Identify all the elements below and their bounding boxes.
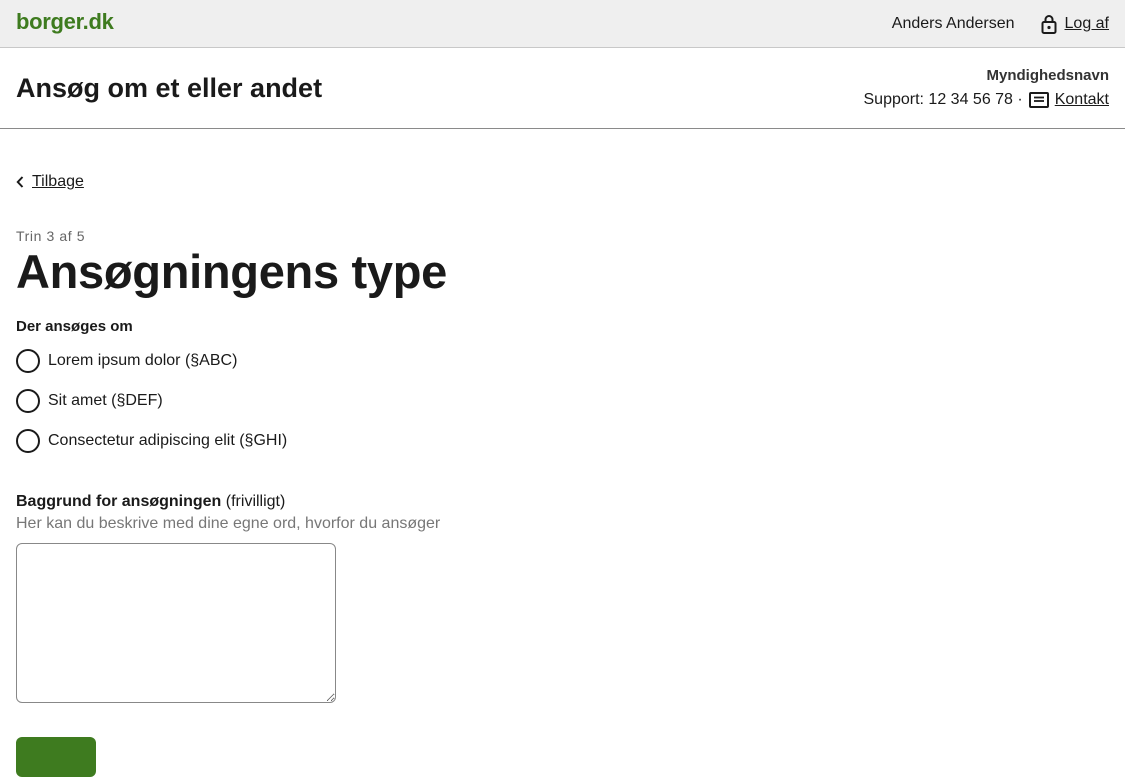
- radio-group: Lorem ipsum dolor (§ABC) Sit amet (§DEF)…: [16, 341, 1109, 461]
- radio-option-label: Lorem ipsum dolor (§ABC): [48, 352, 238, 369]
- contact-link[interactable]: Kontakt: [1028, 88, 1109, 112]
- background-textarea[interactable]: [16, 543, 336, 703]
- radio-option-label: Sit amet (§DEF): [48, 392, 163, 409]
- support-line: Support: 12 34 56 78 · Kontakt: [863, 88, 1109, 112]
- user-name: Anders Andersen: [891, 14, 1015, 32]
- main-content: Tilbage Trin 3 af 5 Ansøgningens type De…: [0, 173, 1125, 703]
- logout-link[interactable]: Log af: [1041, 14, 1109, 34]
- radio-button[interactable]: [16, 349, 40, 373]
- radio-group-label: Der ansøges om: [16, 318, 133, 335]
- radio-option-def[interactable]: Sit amet (§DEF): [16, 381, 1109, 421]
- contact-label[interactable]: Kontakt: [1055, 88, 1109, 112]
- radio-option-label: Consectetur adipiscing elit (§GHI): [48, 432, 288, 449]
- back-label[interactable]: Tilbage: [32, 173, 84, 191]
- radio-option-ghi[interactable]: Consectetur adipiscing elit (§GHI): [16, 421, 1109, 461]
- top-bar: borger.dk Anders Andersen Log af: [0, 0, 1125, 48]
- page-title: Ansøgningens type: [16, 245, 447, 298]
- lock-icon: [1041, 14, 1057, 34]
- borger-dk-logo[interactable]: borger.dk: [16, 9, 114, 35]
- topbar-user-area: Anders Andersen Log af: [892, 14, 1109, 34]
- step-indicator: Trin 3 af 5: [16, 228, 86, 244]
- next-button[interactable]: [16, 737, 96, 777]
- background-field-label: Baggrund for ansøgningen (frivilligt): [16, 493, 1109, 511]
- authority-name: Myndighedsnavn: [986, 67, 1109, 84]
- back-link[interactable]: Tilbage: [16, 173, 1109, 191]
- radio-option-abc[interactable]: Lorem ipsum dolor (§ABC): [16, 341, 1109, 381]
- message-icon: [1028, 92, 1049, 108]
- radio-button[interactable]: [16, 389, 40, 413]
- background-label: Baggrund for ansøgningen: [16, 493, 222, 510]
- chevron-left-icon: [16, 176, 24, 188]
- background-hint: Her kan du beskrive med dine egne ord, h…: [16, 515, 441, 532]
- logout-label[interactable]: Log af: [1065, 15, 1109, 33]
- optional-marker: (frivilligt): [225, 493, 286, 510]
- app-title: Ansøg om et eller andet: [16, 72, 323, 103]
- app-header: Ansøg om et eller andet Myndighedsnavn S…: [0, 48, 1125, 129]
- support-phone: Support: 12 34 56 78 ·: [863, 91, 1023, 108]
- authority-info: Myndighedsnavn Support: 12 34 56 78 · Ko…: [863, 64, 1109, 112]
- radio-button[interactable]: [16, 429, 40, 453]
